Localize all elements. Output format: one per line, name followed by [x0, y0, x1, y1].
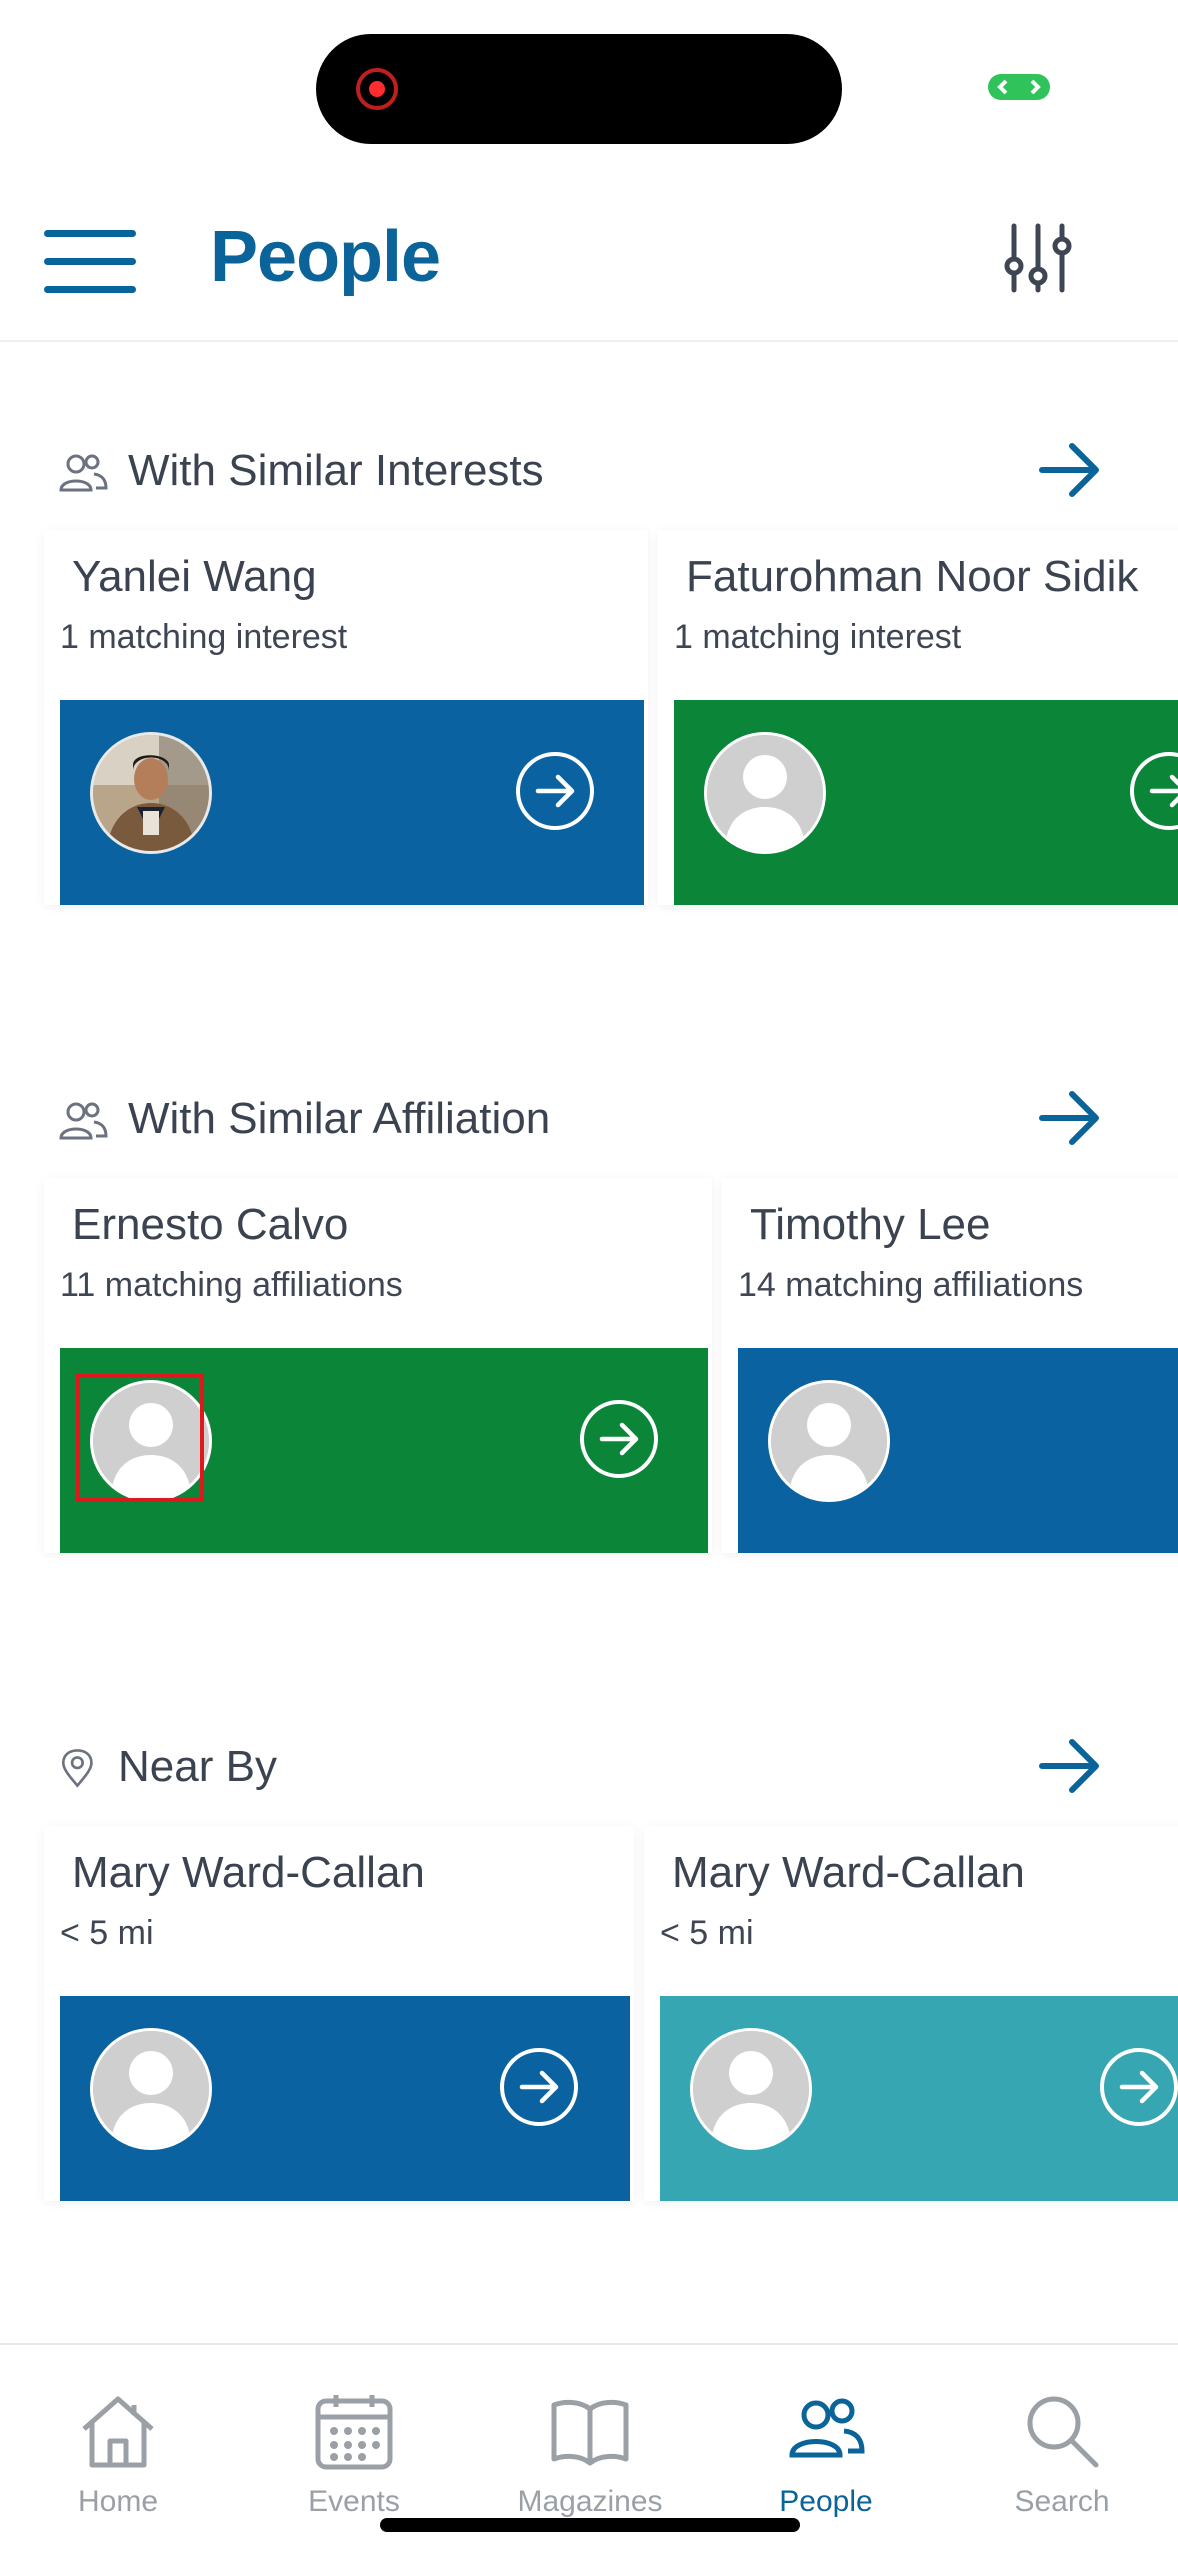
person-name: Yanlei Wang	[72, 552, 317, 601]
tab-magazines[interactable]: Magazines	[472, 2345, 708, 2535]
section-title: Near By	[118, 1742, 277, 1791]
app-header: People	[0, 190, 1178, 342]
person-distance: < 5 mi	[660, 1914, 754, 1952]
screen-recording-icon	[356, 68, 398, 110]
person-name: Mary Ward-Callan	[72, 1848, 425, 1897]
section-title: With Similar Interests	[128, 446, 544, 495]
page-title: People	[210, 217, 441, 297]
arrow-circle-icon[interactable]	[500, 2048, 578, 2126]
tab-label: Home	[77, 2485, 159, 2518]
tab-label: Events	[308, 2485, 400, 2518]
person-name: Mary Ward-Callan	[672, 1848, 1025, 1897]
people-icon	[59, 454, 108, 492]
avatar-placeholder-icon	[690, 2028, 812, 2150]
book-icon	[551, 2399, 629, 2466]
dynamic-island	[316, 34, 842, 144]
tab-home[interactable]: Home	[0, 2345, 236, 2535]
arrow-right-icon[interactable]	[1038, 440, 1102, 500]
tab-label: Search	[1014, 2485, 1110, 2518]
person-name: Timothy Lee	[750, 1200, 991, 1249]
arrow-right-icon[interactable]	[1038, 1736, 1102, 1796]
status-bar	[0, 0, 1178, 170]
location-pin-icon	[61, 1749, 93, 1788]
arrow-right-icon[interactable]	[1038, 1088, 1102, 1148]
person-match-count: 1 matching interest	[674, 618, 962, 656]
tab-events[interactable]: Events	[236, 2345, 472, 2535]
avatar	[90, 732, 212, 854]
card-color-band	[738, 1348, 1178, 1553]
person-match-count: 14 matching affiliations	[738, 1266, 1084, 1304]
person-card[interactable]: Yanlei Wang 1 matching interest	[44, 530, 648, 905]
card-color-band	[60, 1348, 708, 1553]
search-icon	[1027, 2396, 1099, 2468]
arrow-circle-icon[interactable]	[516, 752, 594, 830]
card-color-band	[60, 1996, 630, 2201]
person-card[interactable]: Mary Ward-Callan < 5 mi	[644, 1826, 1178, 2201]
card-color-band	[60, 700, 644, 905]
call-indicator-icon	[988, 74, 1050, 100]
person-card[interactable]: Ernesto Calvo 11 matching affiliations	[44, 1178, 712, 1553]
tab-search[interactable]: Search	[944, 2345, 1178, 2535]
people-icon	[59, 1102, 108, 1140]
people-icon	[789, 2398, 865, 2458]
person-card[interactable]: Timothy Lee 14 matching affiliations	[722, 1178, 1178, 1553]
person-distance: < 5 mi	[60, 1914, 154, 1952]
home-icon	[82, 2396, 154, 2468]
card-color-band	[660, 1996, 1178, 2201]
section-header: With Similar Interests	[58, 440, 1118, 500]
tab-people[interactable]: People	[708, 2345, 944, 2535]
person-match-count: 11 matching affiliations	[60, 1266, 403, 1304]
home-indicator[interactable]	[380, 2518, 800, 2532]
tab-label: Magazines	[517, 2485, 663, 2518]
person-match-count: 1 matching interest	[60, 618, 348, 656]
person-card[interactable]: Mary Ward-Callan < 5 mi	[44, 1826, 634, 2201]
avatar-placeholder-icon	[90, 1380, 212, 1502]
card-color-band	[674, 700, 1178, 905]
arrow-circle-icon[interactable]	[580, 1400, 658, 1478]
person-name: Faturohman Noor Sidik	[686, 552, 1139, 601]
avatar-placeholder-icon	[90, 2028, 212, 2150]
person-card[interactable]: Faturohman Noor Sidik 1 matching interes…	[658, 530, 1178, 905]
avatar-placeholder-icon	[704, 732, 826, 854]
section-title: With Similar Affiliation	[128, 1094, 551, 1143]
person-name: Ernesto Calvo	[72, 1200, 349, 1249]
arrow-circle-icon[interactable]	[1130, 752, 1178, 830]
calendar-icon	[315, 2395, 393, 2470]
hamburger-menu-icon[interactable]	[44, 230, 136, 294]
tab-label: People	[779, 2485, 873, 2518]
avatar-placeholder-icon	[768, 1380, 890, 1502]
sliders-icon[interactable]	[1000, 220, 1076, 296]
arrow-circle-icon[interactable]	[1100, 2048, 1178, 2126]
section-header: Near By	[58, 1736, 1118, 1796]
section-header: With Similar Affiliation	[58, 1088, 1118, 1148]
